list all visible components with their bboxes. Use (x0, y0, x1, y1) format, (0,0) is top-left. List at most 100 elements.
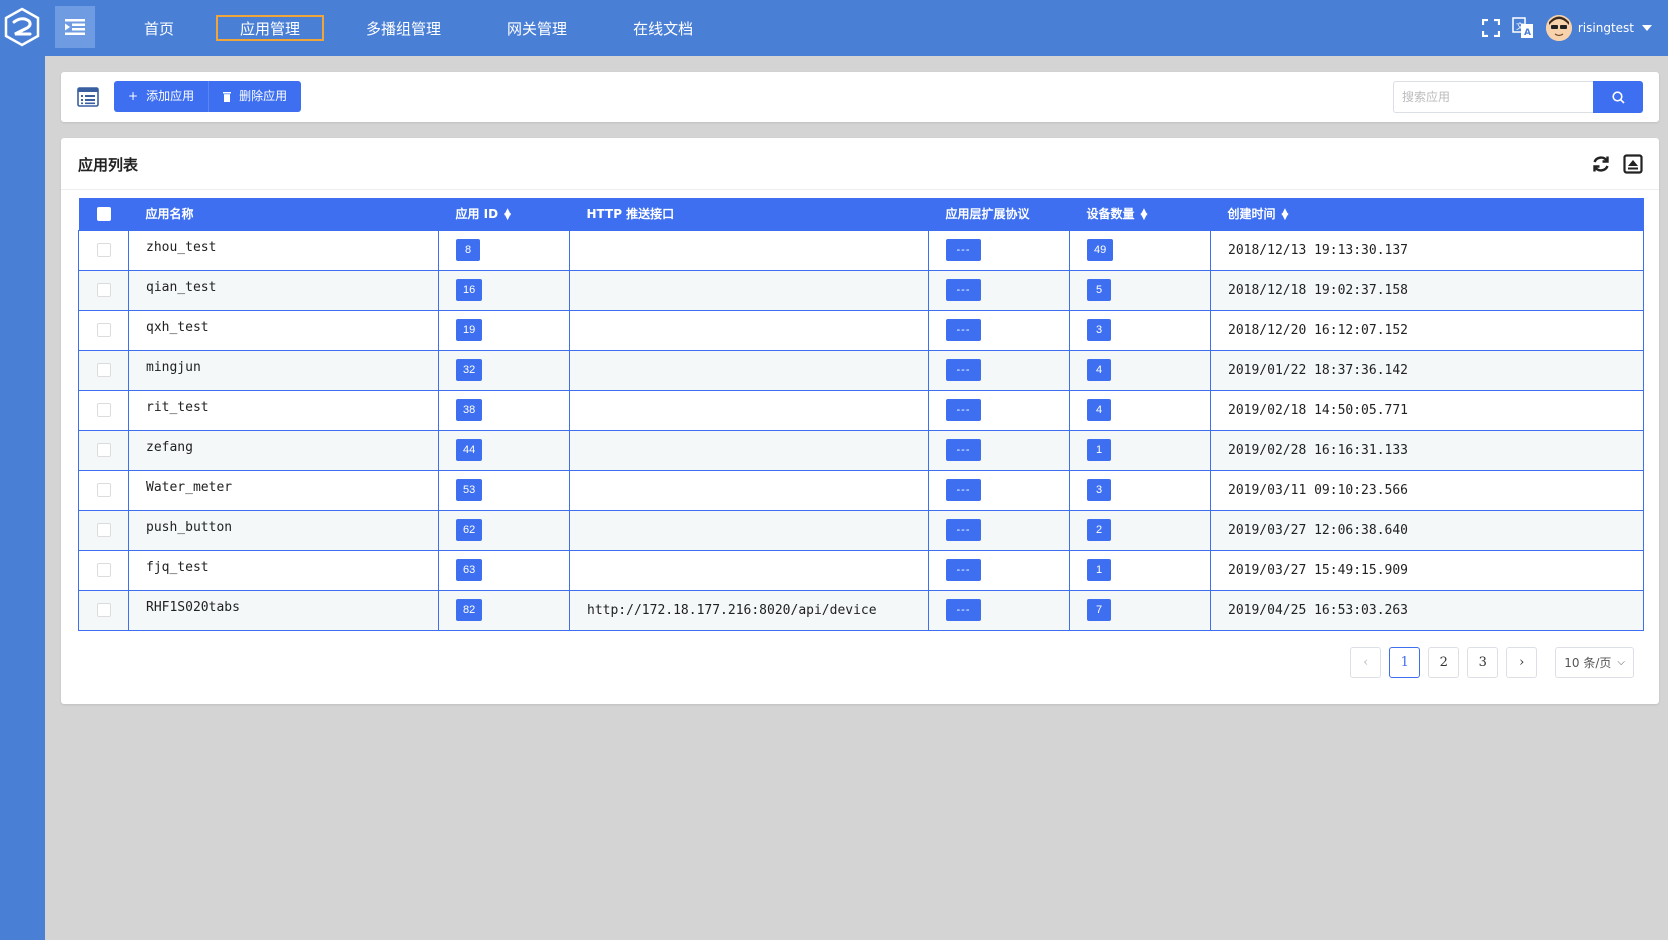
prev-page-button[interactable]: ‹ (1350, 647, 1382, 678)
app-name[interactable]: mingjun (146, 360, 201, 375)
app-table: 应用名称 应用 ID ▲ ▼ HTTP 推送接口 应用层扩展协议 设备数量 ▲ ▼ 创建… (78, 198, 1644, 631)
app-id-cell: 19 (438, 309, 570, 351)
app-id-cell: 62 (438, 509, 570, 551)
username-label[interactable]: risingtest (1578, 21, 1634, 35)
row-checkbox[interactable] (97, 443, 111, 457)
menu-indent-icon (65, 19, 85, 35)
page-button-2[interactable]: 2 (1428, 647, 1460, 678)
nav-item-gateway[interactable]: 网关管理 (483, 15, 591, 41)
list-view-icon[interactable] (77, 87, 99, 107)
plus-icon: + (128, 89, 139, 103)
protocol-badge: --- (946, 479, 981, 501)
app-name[interactable]: push_button (146, 520, 232, 535)
protocol-badge: --- (946, 439, 981, 461)
table-row[interactable]: push_button 62 --- 2 2019/03/27 12:06:38.640 (78, 509, 1644, 551)
app-id-badge: 53 (456, 479, 483, 501)
http-endpoint-cell (569, 509, 929, 551)
page-button-1[interactable]: 1 (1389, 647, 1421, 678)
device-count-cell: 4 (1069, 389, 1211, 431)
row-checkbox[interactable] (97, 323, 111, 337)
search-icon (1611, 90, 1625, 104)
device-count-cell: 1 (1069, 429, 1211, 471)
table-row[interactable]: RHF1S020tabs 82 http://172.18.177.216:8020… (78, 589, 1644, 631)
app-id-cell: 16 (438, 269, 570, 311)
nav-item-multicast[interactable]: 多播组管理 (342, 15, 465, 41)
col-header-devices[interactable]: 设备数量 ▲ ▼ (1069, 198, 1211, 230)
table-row[interactable]: rit_test 38 --- 4 2019/02/18 14:50:05.771 (78, 389, 1644, 431)
trash-icon (223, 91, 232, 102)
row-checkbox[interactable] (97, 283, 111, 297)
chevron-down-icon: ⌵ (1617, 657, 1625, 668)
protocol-cell: --- (928, 509, 1070, 551)
row-checkbox[interactable] (97, 603, 111, 617)
app-name-cell: rit_test (128, 389, 439, 431)
search-input[interactable] (1393, 81, 1593, 113)
col-header-http: HTTP 推送接口 (569, 198, 929, 230)
delete-app-button[interactable]: 删除应用 (208, 81, 301, 112)
logo-icon[interactable] (2, 7, 42, 47)
created-time-cell: 2018/12/18 19:02:37.158 (1210, 269, 1644, 311)
select-all-cell (78, 198, 129, 230)
app-name[interactable]: Water_meter (146, 480, 232, 495)
app-name-cell: Water_meter (128, 469, 439, 511)
table-row[interactable]: qian_test 16 --- 5 2018/12/18 19:02:37.158 (78, 269, 1644, 311)
row-checkbox[interactable] (97, 403, 111, 417)
app-name[interactable]: zhou_test (146, 240, 216, 255)
avatar[interactable] (1545, 15, 1572, 41)
created-time-cell: 2019/03/27 12:06:38.640 (1210, 509, 1644, 551)
nav-item-home[interactable]: 首页 (120, 15, 198, 41)
sort-icon: ▲ ▼ (1140, 206, 1148, 222)
table-row[interactable]: mingjun 32 --- 4 2019/01/22 18:37:36.142 (78, 349, 1644, 391)
app-name[interactable]: zefang (146, 440, 193, 455)
table-row[interactable]: qxh_test 19 --- 3 2018/12/20 16:12:07.152 (78, 309, 1644, 351)
row-checkbox-cell (78, 469, 129, 511)
created-time-cell: 2019/03/11 09:10:23.566 (1210, 469, 1644, 511)
app-id-cell: 53 (438, 469, 570, 511)
fullscreen-icon[interactable] (1478, 15, 1504, 41)
app-name[interactable]: qian_test (146, 280, 216, 295)
chevron-down-icon[interactable] (1642, 25, 1652, 31)
page-size-select[interactable]: 10 条/页 ⌵ (1555, 647, 1634, 678)
http-endpoint-cell (569, 429, 929, 471)
device-count-badge: 2 (1087, 519, 1111, 541)
next-page-button[interactable]: › (1506, 647, 1538, 678)
refresh-icon[interactable] (1591, 154, 1611, 174)
nav-item-app-management[interactable]: 应用管理 (216, 15, 325, 41)
table-row[interactable]: fjq_test 63 --- 1 2019/03/27 15:49:15.909 (78, 549, 1644, 591)
nav-item-docs[interactable]: 在线文档 (609, 15, 717, 41)
page-button-3[interactable]: 3 (1467, 647, 1499, 678)
table-row[interactable]: zefang 44 --- 1 2019/02/28 16:16:31.133 (78, 429, 1644, 471)
col-header-id[interactable]: 应用 ID ▲ ▼ (438, 198, 570, 230)
device-count-badge: 3 (1087, 479, 1111, 501)
row-checkbox[interactable] (97, 483, 111, 497)
row-checkbox[interactable] (97, 363, 111, 377)
menu-toggle-button[interactable] (55, 6, 95, 48)
created-time-cell: 2018/12/13 19:13:30.137 (1210, 229, 1644, 271)
row-checkbox[interactable] (97, 243, 111, 257)
app-name[interactable]: qxh_test (146, 320, 209, 335)
row-checkbox[interactable] (97, 563, 111, 577)
select-all-checkbox[interactable] (96, 207, 111, 221)
add-app-button[interactable]: + 添加应用 (114, 81, 208, 112)
protocol-badge: --- (946, 239, 981, 261)
row-checkbox[interactable] (97, 523, 111, 537)
search-button[interactable] (1593, 81, 1643, 113)
device-count-cell: 49 (1069, 229, 1211, 271)
app-id-badge: 19 (456, 319, 483, 341)
collapse-icon[interactable] (1623, 154, 1643, 174)
table-row[interactable]: zhou_test 8 --- 49 2018/12/13 19:13:30.137 (78, 229, 1644, 271)
action-button-group: + 添加应用 删除应用 (114, 81, 302, 112)
card-title: 应用列表 (78, 156, 139, 174)
http-endpoint-cell (569, 349, 929, 391)
app-name[interactable]: fjq_test (146, 560, 209, 575)
app-name[interactable]: rit_test (146, 400, 209, 415)
app-id-badge: 16 (456, 279, 483, 301)
device-count-badge: 1 (1087, 559, 1111, 581)
col-header-created[interactable]: 创建时间 ▲ ▼ (1210, 198, 1644, 230)
protocol-cell: --- (928, 349, 1070, 391)
pagination: ‹ 1 2 3 › 10 条/页 ⌵ (1342, 647, 1634, 678)
app-name[interactable]: RHF1S020tabs (146, 600, 240, 615)
translate-icon[interactable]: 文 A (1510, 15, 1536, 41)
device-count-badge: 4 (1087, 359, 1111, 381)
table-row[interactable]: Water_meter 53 --- 3 2019/03/11 09:10:23.566 (78, 469, 1644, 511)
